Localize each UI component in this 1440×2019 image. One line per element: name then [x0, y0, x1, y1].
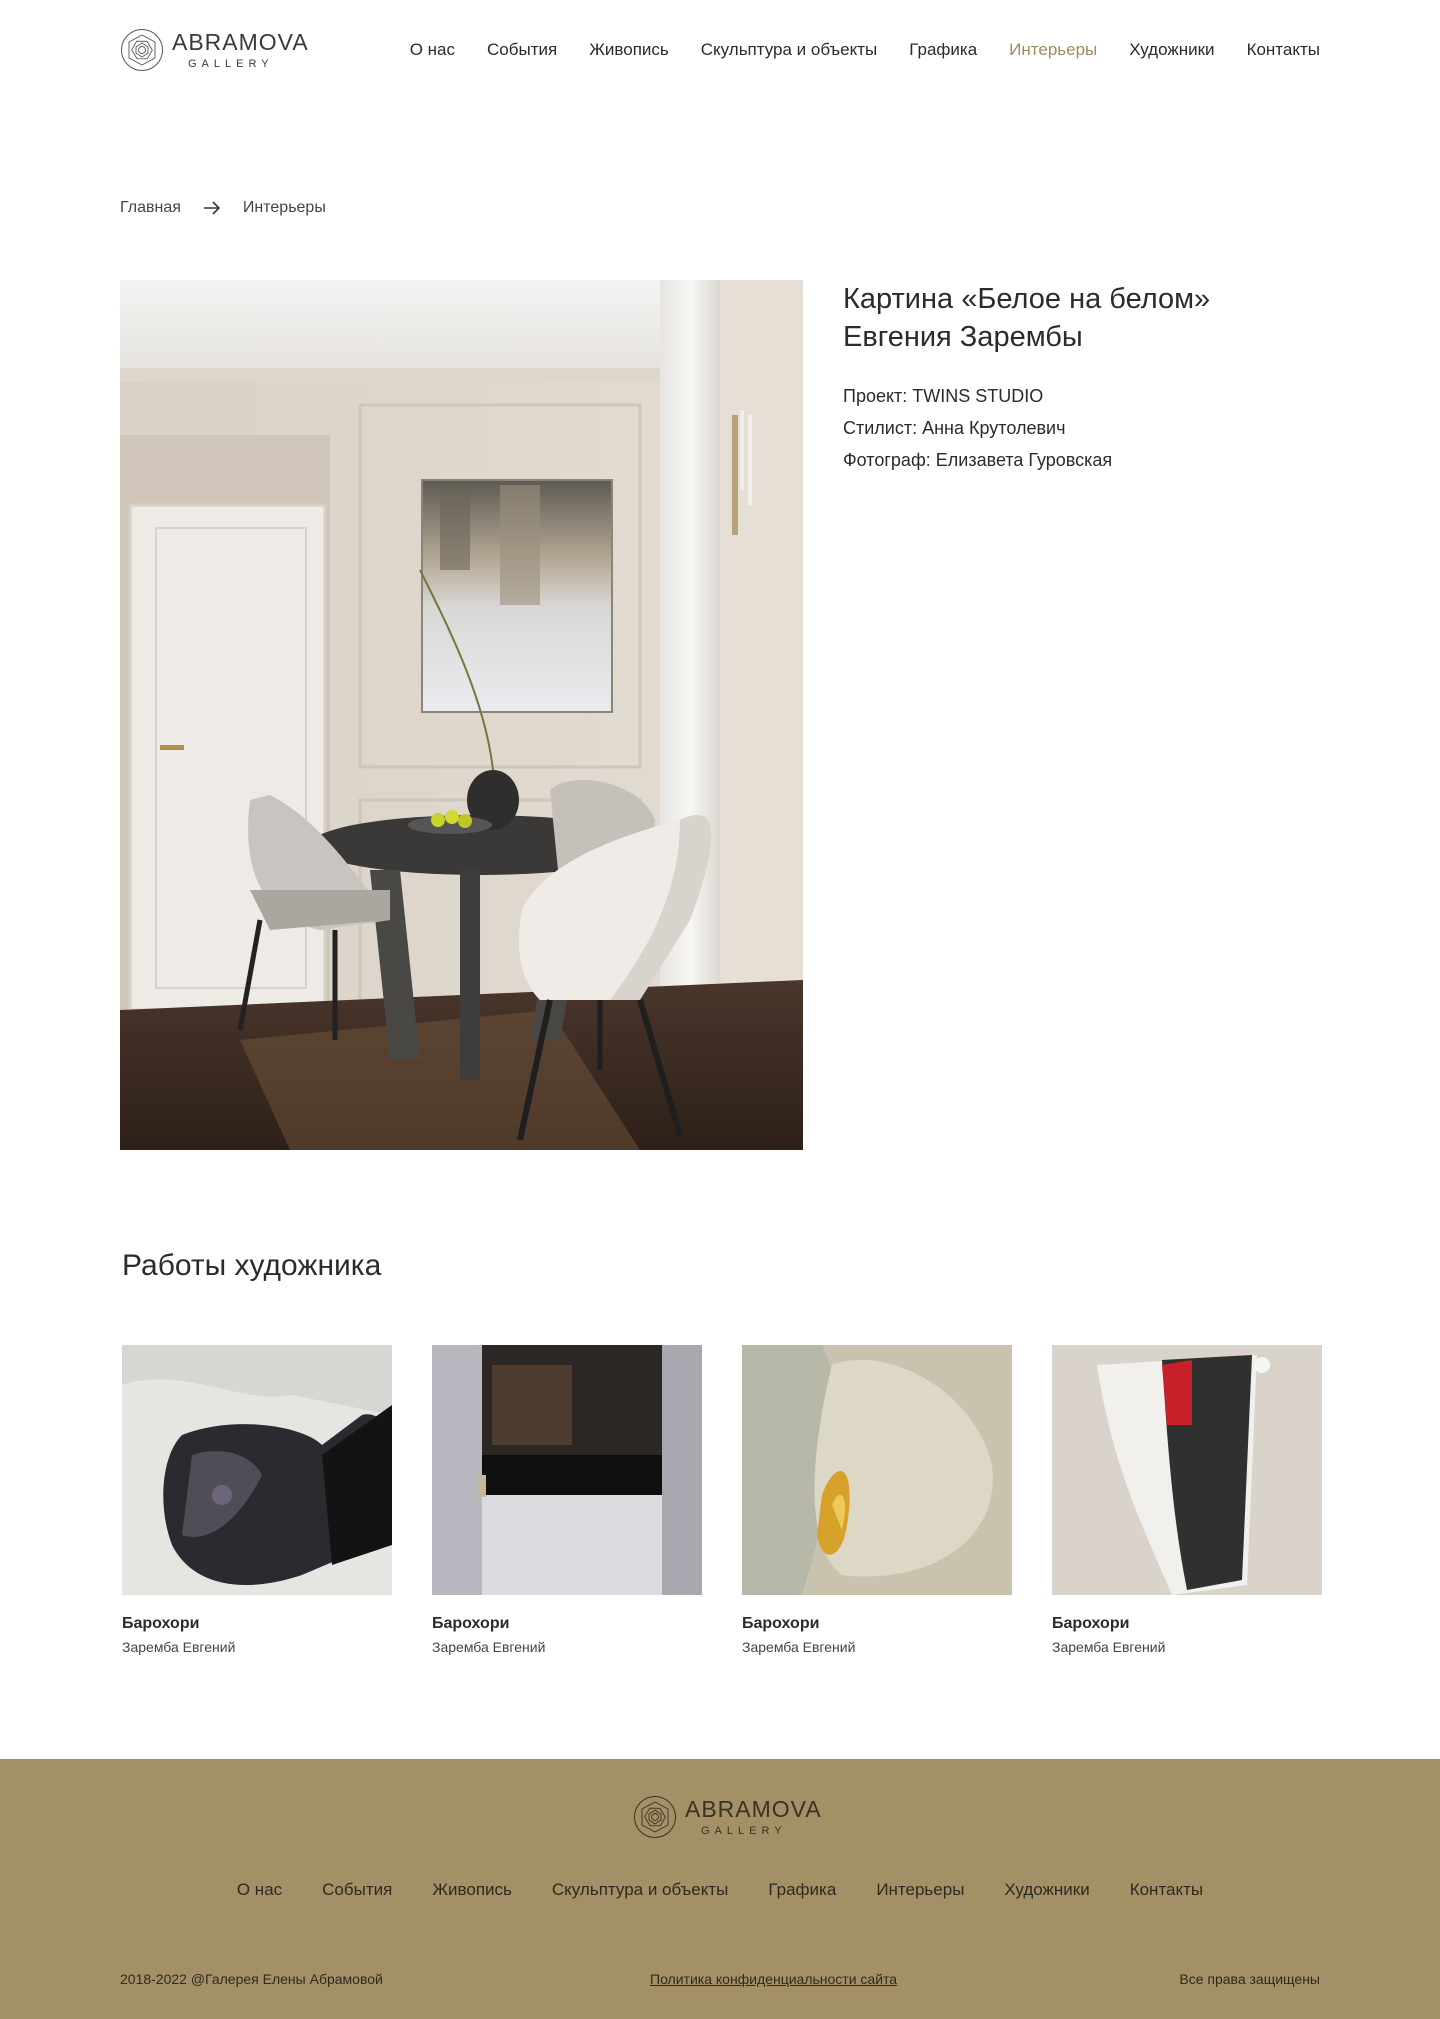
footer-copyright: 2018-2022 @Галерея Елены Абрамовой	[120, 1971, 383, 1987]
logo-rose-icon	[634, 1796, 676, 1838]
works-section-title: Работы художника	[122, 1249, 382, 1282]
work-card-title: Барохори	[122, 1615, 200, 1632]
work-card-image	[742, 1345, 1012, 1595]
work-card-image	[122, 1345, 392, 1595]
breadcrumb: Главная Интерьеры	[120, 199, 326, 217]
arrow-right-icon	[203, 201, 221, 215]
artwork-photographer: Фотограф: Елизавета Гуровская	[843, 450, 1113, 470]
main-nav: О нас События Живопись Скульптура и объе…	[410, 40, 1320, 60]
footer-rights: Все права защищены	[1179, 1971, 1320, 1987]
nav-item-sculpture[interactable]: Скульптура и объекты	[701, 40, 878, 60]
site-header: ABRAMOVA GALLERY О нас События Живопись …	[0, 0, 1440, 104]
nav-item-artists[interactable]: Художники	[1129, 40, 1214, 60]
work-card-title: Барохори	[742, 1615, 820, 1632]
work-card-author: Заремба Евгений	[432, 1639, 546, 1655]
artwork-title: Картина «Белое на белом» Евгения Зарембы	[843, 283, 1211, 353]
nav-item-painting[interactable]: Живопись	[589, 40, 669, 60]
footer-nav-sculpture[interactable]: Скульптура и объекты	[552, 1880, 729, 1900]
footer-nav-about[interactable]: О нас	[237, 1880, 282, 1900]
artwork-project: Проект: TWINS STUDIO	[843, 386, 1044, 406]
footer-nav: О нас События Живопись Скульптура и объе…	[0, 1880, 1440, 1900]
work-card-image	[432, 1345, 702, 1595]
footer-nav-interiors[interactable]: Интерьеры	[876, 1880, 964, 1900]
footer-nav-artists[interactable]: Художники	[1004, 1880, 1089, 1900]
work-card-author: Заремба Евгений	[122, 1639, 236, 1655]
footer-nav-painting[interactable]: Живопись	[432, 1880, 512, 1900]
nav-item-about[interactable]: О нас	[410, 40, 455, 60]
logo-rose-icon	[121, 29, 163, 71]
footer-nav-events[interactable]: События	[322, 1880, 392, 1900]
logo-name: ABRAMOVA	[172, 28, 309, 55]
nav-item-interiors[interactable]: Интерьеры	[1009, 40, 1097, 60]
work-card[interactable]: Барохори Заремба Евгений	[122, 1345, 392, 1655]
work-card[interactable]: Барохори Заремба Евгений	[742, 1345, 1012, 1655]
footer-nav-contacts[interactable]: Контакты	[1130, 1880, 1203, 1900]
interior-photo-image	[120, 280, 803, 1150]
work-card[interactable]: Барохори Заремба Евгений	[432, 1345, 702, 1655]
breadcrumb-current: Интерьеры	[242, 199, 326, 216]
site-footer: ABRAMOVA GALLERY О нас События Живопись …	[0, 1759, 1440, 2019]
work-card-title: Барохори	[432, 1615, 510, 1632]
artwork-stylist: Стилист: Анна Крутолевич	[843, 418, 1066, 438]
work-card[interactable]: Барохори Заремба Евгений	[1052, 1345, 1322, 1655]
nav-item-graphics[interactable]: Графика	[909, 40, 977, 60]
footer-logo[interactable]: ABRAMOVA GALLERY	[633, 1795, 822, 1839]
interior-photo[interactable]	[120, 280, 803, 1150]
footer-logo-name: ABRAMOVA	[685, 1795, 822, 1822]
work-card-title: Барохори	[1052, 1615, 1130, 1632]
work-card-image	[1052, 1345, 1322, 1595]
work-card-author: Заремба Евгений	[1052, 1639, 1166, 1655]
logo[interactable]: ABRAMOVA GALLERY	[120, 28, 309, 72]
footer-nav-graphics[interactable]: Графика	[768, 1880, 836, 1900]
breadcrumb-home[interactable]: Главная	[120, 199, 181, 217]
footer-logo-subtitle: GALLERY	[701, 1824, 787, 1837]
works-list: Барохори Заремба Евгений Барохори Заремб…	[122, 1345, 1322, 1655]
artwork-meta: Проект: TWINS STUDIO Стилист: Анна Круто…	[843, 380, 1323, 476]
nav-item-events[interactable]: События	[487, 40, 557, 60]
artwork-info: Картина «Белое на белом» Евгения Зарембы…	[843, 280, 1323, 476]
footer-privacy-link[interactable]: Политика конфиденциальности сайта	[650, 1971, 897, 1987]
work-card-author: Заремба Евгений	[742, 1639, 856, 1655]
logo-subtitle: GALLERY	[188, 57, 274, 70]
nav-item-contacts[interactable]: Контакты	[1247, 40, 1320, 60]
